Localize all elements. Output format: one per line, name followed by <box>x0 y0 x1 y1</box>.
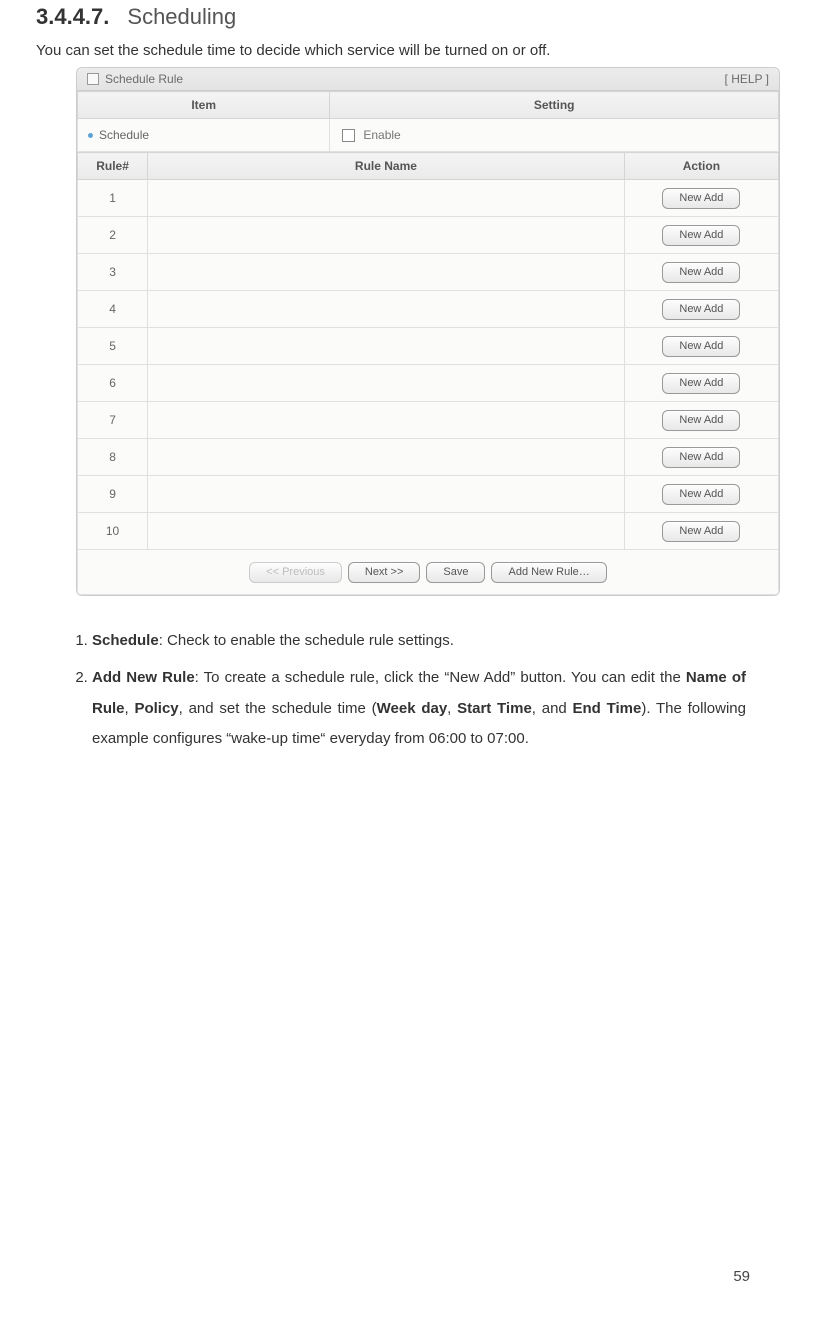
col-item: Item <box>78 92 330 119</box>
new-add-button[interactable]: New Add <box>662 447 740 468</box>
enable-checkbox[interactable] <box>342 129 355 142</box>
panel-header: Schedule Rule [ HELP ] <box>77 68 779 91</box>
term-start-time: Start Time <box>457 700 532 717</box>
table-row: 9 New Add <box>78 476 779 513</box>
rules-table: Rule# Rule Name Action 1 New Add 2 New Add… <box>77 152 779 595</box>
rule-number: 2 <box>78 217 148 254</box>
rule-name-cell <box>148 365 625 402</box>
rule-name-cell <box>148 217 625 254</box>
rule-name-cell <box>148 180 625 217</box>
rule-number: 8 <box>78 439 148 476</box>
table-row: 6 New Add <box>78 365 779 402</box>
new-add-button[interactable]: New Add <box>662 410 740 431</box>
rule-number: 1 <box>78 180 148 217</box>
rule-name-cell <box>148 254 625 291</box>
table-row: 8 New Add <box>78 439 779 476</box>
rule-name-cell <box>148 291 625 328</box>
section-heading: 3.4.4.7. Scheduling <box>36 4 780 30</box>
help-link[interactable]: [ HELP ] <box>725 72 769 86</box>
intro-text: You can set the schedule time to decide … <box>36 42 780 59</box>
new-add-button[interactable]: New Add <box>662 225 740 246</box>
rule-name-cell <box>148 476 625 513</box>
new-add-button[interactable]: New Add <box>662 484 740 505</box>
table-row: 10 New Add <box>78 513 779 550</box>
rule-number: 4 <box>78 291 148 328</box>
bullet-icon <box>88 133 93 138</box>
schedule-rule-panel: Schedule Rule [ HELP ] Item Setting Sche… <box>76 67 780 596</box>
new-add-button[interactable]: New Add <box>662 262 740 283</box>
add-new-rule-button[interactable]: Add New Rule… <box>491 562 606 583</box>
table-row: 7 New Add <box>78 402 779 439</box>
schedule-label: Schedule <box>99 128 149 142</box>
section-number: 3.4.4.7. <box>36 4 109 29</box>
term-add-new-rule: Add New Rule <box>92 669 195 686</box>
term-policy: Policy <box>134 700 178 717</box>
previous-button: << Previous <box>249 562 342 583</box>
next-button[interactable]: Next >> <box>348 562 421 583</box>
panel-title: Schedule Rule <box>105 72 183 86</box>
section-title: Scheduling <box>127 4 236 29</box>
col-setting: Setting <box>330 92 779 119</box>
rule-number: 7 <box>78 402 148 439</box>
footer-row: << Previous Next >> Save Add New Rule… <box>78 550 779 595</box>
rule-name-cell <box>148 513 625 550</box>
panel-icon <box>87 73 99 85</box>
new-add-button[interactable]: New Add <box>662 521 740 542</box>
rule-name-cell <box>148 439 625 476</box>
term-week-day: Week day <box>377 700 448 717</box>
item-setting-table: Item Setting Schedule Enable <box>77 91 779 152</box>
new-add-button[interactable]: New Add <box>662 299 740 320</box>
table-row: 3 New Add <box>78 254 779 291</box>
new-add-button[interactable]: New Add <box>662 373 740 394</box>
rule-number: 6 <box>78 365 148 402</box>
save-button[interactable]: Save <box>426 562 485 583</box>
term-schedule: Schedule <box>92 632 159 649</box>
list-item: Add New Rule: To create a schedule rule,… <box>92 663 746 755</box>
description-list: Schedule: Check to enable the schedule r… <box>70 626 746 755</box>
col-rule-name: Rule Name <box>148 153 625 180</box>
col-action: Action <box>624 153 778 180</box>
table-row: 4 New Add <box>78 291 779 328</box>
enable-label: Enable <box>363 128 400 142</box>
rule-number: 3 <box>78 254 148 291</box>
table-row: 2 New Add <box>78 217 779 254</box>
page-number: 59 <box>733 1268 750 1285</box>
new-add-button[interactable]: New Add <box>662 188 740 209</box>
rule-name-cell <box>148 328 625 365</box>
col-rule-num: Rule# <box>78 153 148 180</box>
new-add-button[interactable]: New Add <box>662 336 740 357</box>
rule-name-cell <box>148 402 625 439</box>
list-item: Schedule: Check to enable the schedule r… <box>92 626 746 657</box>
rule-number: 10 <box>78 513 148 550</box>
term-end-time: End Time <box>573 700 642 717</box>
table-row: 5 New Add <box>78 328 779 365</box>
rule-number: 5 <box>78 328 148 365</box>
table-row: 1 New Add <box>78 180 779 217</box>
rule-number: 9 <box>78 476 148 513</box>
